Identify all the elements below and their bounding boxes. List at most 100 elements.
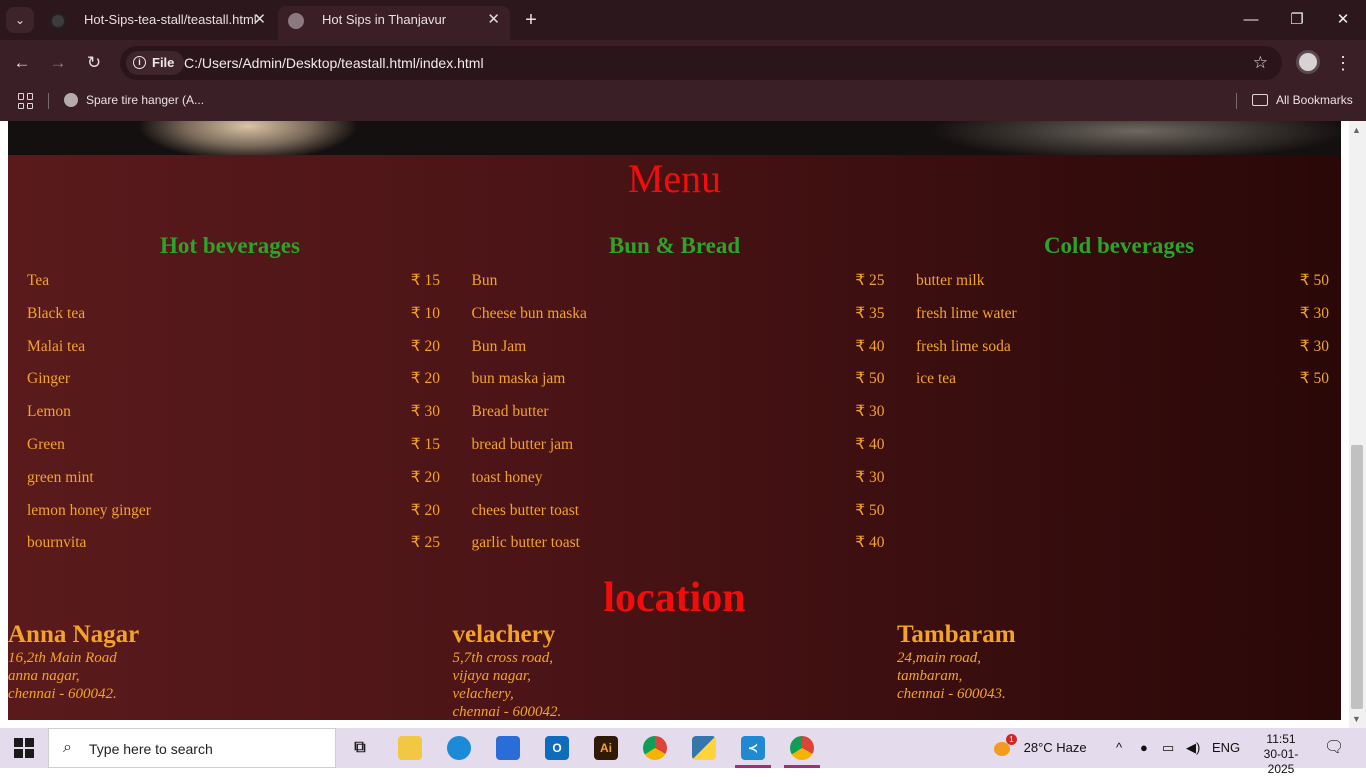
tab-github[interactable]: Hot-Sips-tea-stall/teastall.html ✕ [40,6,276,40]
menu-item: garlic butter toast ₹ 40 [453,527,897,560]
item-price: ₹ 50 [855,501,885,519]
time: 11:51 [1266,732,1296,746]
new-tab-button[interactable]: + [520,8,542,32]
scroll-up-arrow[interactable]: ▲ [1352,125,1361,135]
item-price: ₹ 40 [855,337,885,355]
info-icon: i [133,56,146,69]
location-card: Tambaram 24,main road, tambaram, chennai - … [897,621,1341,703]
item-price: ₹ 40 [855,435,885,453]
tab-search-button[interactable]: ⌄ [6,7,34,33]
address-line: 5,7th cross road, [452,650,554,666]
url-text[interactable]: C:/Users/Admin/Desktop/teastall.html/ind… [184,46,484,80]
address-bar[interactable]: i File C:/Users/Admin/Desktop/teastall.h… [120,46,1282,80]
language-indicator[interactable]: ENG [1212,728,1240,768]
bookmark-star-icon[interactable]: ☆ [1253,46,1268,80]
item-price: ₹ 25 [855,272,885,289]
item-price: ₹ 50 [855,370,885,388]
scheme-label: File [152,55,175,70]
address-line: vijaya nagar, [452,668,531,684]
bookmark-item[interactable]: Spare tire hanger (A... [64,85,204,115]
profile-avatar[interactable] [1296,50,1320,74]
menu-item: butter milk ₹ 50 [897,265,1341,298]
security-icon[interactable]: ● [1140,728,1148,768]
python-icon[interactable] [692,736,716,760]
hero-image [8,121,1341,155]
divider [1236,93,1237,109]
scrollbar-thumb[interactable] [1351,445,1363,709]
item-name: Lemon [27,403,71,421]
illustrator-icon[interactable]: Ai [594,736,618,760]
item-name: toast honey [471,468,543,486]
menu-item: Lemon ₹ 30 [8,396,452,429]
item-name: Bread butter [471,403,549,421]
chevron-up-icon[interactable]: ^ [1116,728,1122,768]
chrome-profile-icon[interactable] [790,736,814,760]
address-line: tambaram, [897,668,963,684]
location-name: Anna Nagar [8,621,140,648]
bookmarks-bar: Spare tire hanger (A... All Bookmarks [0,85,1366,121]
minimize-button[interactable]: — [1228,6,1274,34]
file-explorer-icon[interactable] [398,736,422,760]
menu-item: Green ₹ 15 [8,429,452,462]
task-view-icon[interactable]: ⧉ [348,736,372,760]
back-button[interactable]: ← [7,48,37,78]
address-line: velachery, [452,686,514,702]
reload-button[interactable]: ↻ [79,48,109,78]
all-bookmarks-button[interactable]: All Bookmarks [1252,85,1353,115]
tab-hot-sips[interactable]: Hot Sips in Thanjavur ✕ [278,6,510,40]
more-menu-icon[interactable]: ⋮ [1334,48,1352,78]
menu-item: chees butter toast ₹ 50 [453,495,897,528]
tab-label: Hot Sips in Thanjavur [322,12,447,27]
menu-item: ice tea ₹ 50 [897,363,1341,396]
menu-item: Bread butter ₹ 30 [453,396,897,429]
globe-icon [288,13,304,29]
tab-strip: ⌄ Hot-Sips-tea-stall/teastall.html ✕ Hot… [0,0,1366,40]
item-name: ice tea [916,370,957,388]
weather-widget[interactable]: 1 28°C Haze [994,728,1088,768]
close-window-button[interactable]: ✕ [1320,6,1366,34]
notification-icon[interactable]: 🗨 [1324,728,1344,768]
item-name: bournvita [27,534,87,552]
item-price: ₹ 30 [1299,304,1329,322]
edge-icon[interactable] [447,736,471,760]
volume-icon[interactable]: ◀) [1186,728,1200,768]
menu-item: bun maska jam ₹ 50 [453,363,897,396]
chrome-icon[interactable] [643,736,667,760]
toolbar: ← → ↻ i File C:/Users/Admin/Desktop/teas… [0,40,1366,85]
vscode-icon[interactable]: ≺ [741,736,765,760]
folder-icon [1252,94,1268,106]
menu-item: Bun Jam ₹ 40 [453,331,897,364]
forward-button[interactable]: → [43,48,73,78]
clock[interactable]: 11:51 30-01-2025 [1258,732,1304,777]
close-tab-icon[interactable]: ✕ [487,6,500,34]
close-tab-icon[interactable]: ✕ [253,6,266,34]
search-icon: ⌕ [63,739,72,756]
menu-item: Cheese bun maska ₹ 35 [453,298,897,331]
item-name: Malai tea [27,337,86,355]
menu-item: fresh lime soda ₹ 30 [897,331,1341,364]
scrollbar[interactable]: ▲ ▼ [1349,121,1366,728]
menu-item: Black tea ₹ 10 [8,298,452,331]
taskbar: ⌕ Type here to search ⧉ O Ai ≺ 1 28°C Ha… [0,728,1366,776]
item-price: ₹ 15 [410,272,440,289]
store-icon[interactable] [496,736,520,760]
windows-start-icon[interactable] [14,738,34,758]
item-name: green mint [27,468,94,486]
menu-section: Menu Hot beverages Tea ₹ 15 Black tea ₹ 10 Ma… [8,155,1341,720]
item-price: ₹ 20 [410,337,440,355]
battery-icon[interactable]: ▭ [1162,728,1174,768]
item-price: ₹ 10 [410,304,440,322]
taskbar-search[interactable]: ⌕ Type here to search [48,728,336,768]
menu-item: fresh lime water ₹ 30 [897,298,1341,331]
site-info-chip[interactable]: i File [126,51,185,75]
item-name: fresh lime soda [916,337,1011,355]
outlook-icon[interactable]: O [545,736,569,760]
item-price: ₹ 20 [410,370,440,388]
apps-grid-icon[interactable] [18,93,34,109]
item-name: bun maska jam [471,370,566,388]
tab-label: Hot-Sips-tea-stall/teastall.html [84,12,257,27]
item-price: ₹ 35 [855,304,885,322]
location-name: velachery [452,621,556,648]
restore-button[interactable]: ❐ [1274,6,1320,34]
scroll-down-arrow[interactable]: ▼ [1352,714,1361,724]
